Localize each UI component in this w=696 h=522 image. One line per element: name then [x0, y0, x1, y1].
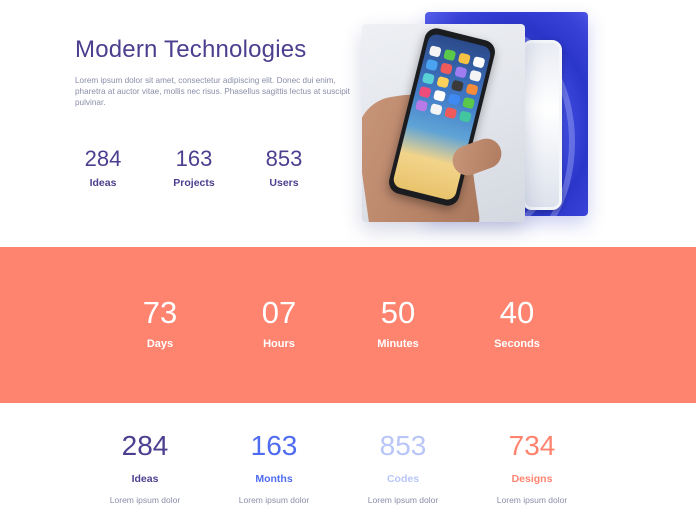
- stat-designs: 734 Designs Lorem ipsum dolor: [472, 430, 592, 506]
- countdown-label: Days: [146, 338, 174, 350]
- countdown-minutes: 50 Minutes: [348, 295, 448, 350]
- stat-caption: Lorem ipsum dolor: [496, 495, 568, 505]
- countdown-value: 73: [142, 295, 178, 330]
- hero-stats: 284 Ideas 163 Projects 853 Users: [75, 147, 335, 197]
- stat-value: 163: [250, 430, 298, 461]
- stat-codes: 853 Codes Lorem ipsum dolor: [343, 430, 463, 506]
- countdown-days: 73 Days: [110, 295, 210, 350]
- phone-image: [522, 40, 562, 210]
- hero-stat-value: 284: [84, 146, 122, 171]
- stat-caption: Lorem ipsum dolor: [238, 495, 310, 505]
- hero-stat-label: Users: [269, 177, 299, 189]
- countdown-value: 50: [380, 295, 416, 330]
- countdown-value: 07: [261, 295, 297, 330]
- hero-stat-projects: 163 Projects: [159, 146, 229, 190]
- stat-value: 284: [121, 430, 169, 461]
- stat-value: 853: [379, 430, 427, 461]
- hero-stat-value: 853: [265, 146, 303, 171]
- stats-section: 284 Ideas Lorem ipsum dolor 163 Months L…: [0, 403, 696, 522]
- hand-holding-phone-image: [362, 24, 525, 222]
- stat-label: Months: [255, 473, 293, 485]
- stat-caption: Lorem ipsum dolor: [109, 495, 181, 505]
- stat-value: 734: [508, 430, 556, 461]
- countdown-section: 73 Days 07 Hours 50 Minutes 40 Seconds: [0, 247, 696, 403]
- hero-section: Modern Technologies Lorem ipsum dolor si…: [0, 0, 696, 247]
- stat-months: 163 Months Lorem ipsum dolor: [214, 430, 334, 506]
- hero-stat-label: Ideas: [89, 177, 117, 189]
- hero-stat-label: Projects: [173, 177, 215, 189]
- hero-title: Modern Technologies: [75, 36, 307, 63]
- stat-label: Codes: [386, 473, 420, 485]
- hero-stat-value: 163: [175, 146, 213, 171]
- hero-stat-ideas: 284 Ideas: [68, 146, 138, 190]
- countdown-label: Minutes: [377, 338, 419, 350]
- countdown-value: 40: [499, 295, 535, 330]
- hero-stat-users: 853 Users: [249, 146, 319, 190]
- countdown-label: Seconds: [494, 338, 540, 350]
- stat-label: Designs: [511, 473, 553, 485]
- stat-ideas: 284 Ideas Lorem ipsum dolor: [85, 430, 205, 506]
- stat-caption: Lorem ipsum dolor: [367, 495, 439, 505]
- countdown-hours: 07 Hours: [229, 295, 329, 350]
- stat-label: Ideas: [131, 473, 159, 485]
- countdown-seconds: 40 Seconds: [467, 295, 567, 350]
- hero-description: Lorem ipsum dolor sit amet, consectetur …: [75, 76, 350, 107]
- countdown-label: Hours: [263, 338, 295, 350]
